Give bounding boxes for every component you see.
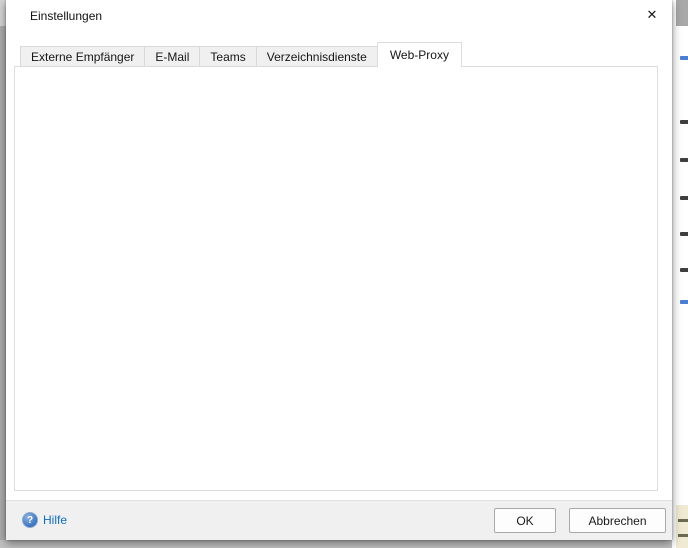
tab-externe-empfaenger[interactable]: Externe Empfänger [20, 46, 145, 67]
titlebar[interactable]: Einstellungen ✕ [6, 0, 672, 32]
background-window-bottom-strip [0, 540, 688, 548]
background-window-fragment [676, 0, 688, 26]
background-window-fragment [680, 268, 688, 272]
tab-web-proxy[interactable]: Web-Proxy [377, 42, 462, 67]
background-window-fragment [680, 120, 688, 124]
dialog-footer: ? Hilfe OK Abbrechen [6, 500, 672, 540]
tab-email[interactable]: E-Mail [144, 46, 200, 67]
help-label: Hilfe [43, 513, 67, 527]
help-icon: ? [22, 512, 38, 528]
help-link[interactable]: ? Hilfe [22, 512, 67, 528]
ok-button[interactable]: OK [494, 508, 556, 533]
tab-bar: Externe Empfänger E-Mail Teams Verzeichn… [20, 42, 461, 67]
background-window-fragment [676, 505, 688, 548]
background-window-fragment [680, 56, 688, 60]
dialog-title: Einstellungen [30, 9, 102, 23]
cancel-button[interactable]: Abbrechen [569, 508, 666, 533]
background-window-right-strip [672, 0, 688, 548]
background-window-fragment [680, 158, 688, 162]
tab-verzeichnisdienste[interactable]: Verzeichnisdienste [256, 46, 378, 67]
background-window-fragment [680, 232, 688, 236]
close-icon[interactable]: ✕ [632, 0, 672, 30]
tab-teams[interactable]: Teams [199, 46, 256, 67]
background-window-fragment [680, 300, 688, 304]
background-window-fragment [680, 196, 688, 200]
tab-content-panel [14, 66, 658, 491]
settings-dialog: Einstellungen ✕ Externe Empfänger E-Mail… [6, 0, 672, 540]
